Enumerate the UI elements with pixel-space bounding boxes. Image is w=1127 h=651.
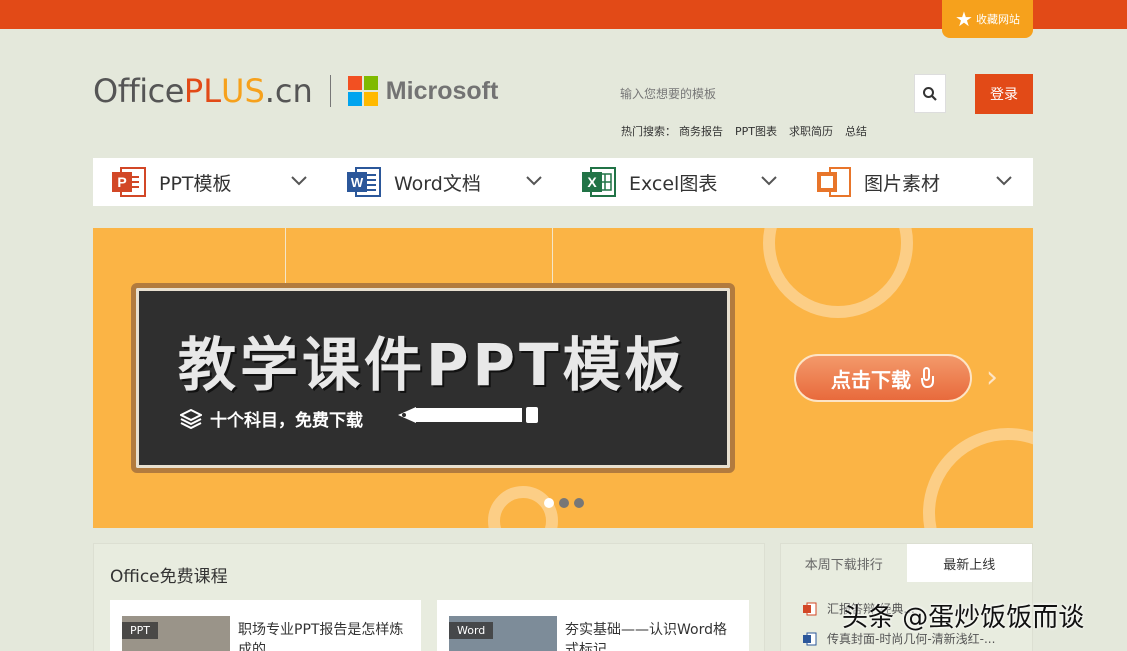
hot-search-link[interactable]: PPT图表	[735, 123, 777, 139]
excel-icon: X	[582, 167, 616, 197]
chevron-down-icon[interactable]	[290, 172, 308, 190]
slide-dot[interactable]	[574, 498, 584, 508]
download-button[interactable]: 点击下载	[794, 354, 972, 402]
word-icon	[803, 632, 817, 645]
nav-label: Excel图表	[629, 172, 718, 195]
nav-item-images[interactable]: 图片素材	[798, 158, 1033, 206]
logo-us-text: US	[221, 72, 265, 110]
login-button[interactable]: 登录	[975, 74, 1033, 114]
course-card[interactable]: PPT 职场专业PPT报告是怎样炼成的	[110, 600, 421, 651]
microsoft-logo-icon	[347, 76, 378, 106]
decorative-ring	[923, 428, 1033, 528]
nav-item-excel[interactable]: X Excel图表	[563, 158, 798, 206]
free-courses-panel: Office免费课程 PPT 职场专业PPT报告是怎样炼成的 Word 夯实基础…	[93, 543, 765, 651]
hot-search-link[interactable]: 总结	[845, 123, 867, 139]
powerpoint-icon: P	[112, 167, 146, 197]
logo-cn-text: .cn	[264, 72, 313, 110]
chevron-down-icon[interactable]	[525, 172, 543, 190]
board-string	[285, 228, 286, 285]
banner-subline-text: 十个科目，免费下载	[210, 411, 363, 431]
logo-office-text: Office	[93, 72, 184, 110]
svg-text:W: W	[351, 175, 364, 190]
tab-latest[interactable]: 最新上线	[906, 544, 1032, 582]
hot-search: 热门搜索： 商务报告 PPT图表 求职简历 总结	[621, 123, 867, 139]
course-tag: PPT	[122, 622, 158, 639]
course-title: 夯实基础——认识Word格式标记	[565, 622, 727, 651]
nav-label: Word文档	[394, 172, 481, 195]
search-button[interactable]	[914, 74, 946, 113]
slide-dot[interactable]	[544, 498, 554, 508]
board-string	[552, 228, 553, 285]
hot-search-link[interactable]: 求职简历	[789, 123, 833, 139]
logo-plus-text: PL	[183, 72, 222, 110]
chevron-down-icon[interactable]	[995, 172, 1013, 190]
slide-indicator	[544, 498, 584, 508]
pointer-hand-icon	[921, 367, 934, 389]
search-icon	[923, 86, 937, 101]
download-button-label: 点击下载	[831, 367, 911, 392]
decorative-ring	[763, 228, 913, 318]
category-nav: P PPT模板 W Word文档 X Excel图表 图片素材	[93, 158, 1033, 206]
nav-label: PPT模板	[159, 172, 232, 195]
watermark: 头条 @蛋炒饭饭而谈	[842, 603, 1085, 633]
stack-icon	[180, 408, 202, 429]
chalkboard: 教学课件PPT模板 十个科目，免费下载	[131, 283, 735, 473]
svg-text:P: P	[117, 174, 126, 190]
svg-text:X: X	[587, 174, 597, 190]
slide-dot[interactable]	[559, 498, 569, 508]
favorite-site-button[interactable]: ★ 收藏网站	[942, 0, 1033, 38]
search-bar	[610, 74, 946, 113]
banner-headline: 教学课件PPT模板	[178, 331, 687, 399]
nav-item-word[interactable]: W Word文档	[328, 158, 563, 206]
chevron-down-icon[interactable]	[760, 172, 778, 190]
hot-search-label: 热门搜索：	[621, 125, 676, 138]
favorite-site-label: 收藏网站	[975, 13, 1020, 26]
course-card[interactable]: Word 夯实基础——认识Word格式标记	[437, 600, 749, 651]
logo-divider	[329, 75, 331, 107]
search-input[interactable]	[610, 74, 914, 113]
tab-weekly-downloads[interactable]: 本周下载排行	[781, 544, 907, 582]
hot-search-link[interactable]: 商务报告	[679, 123, 723, 139]
banner-subline: 十个科目，免费下载	[180, 406, 363, 431]
course-title: 职场专业PPT报告是怎样炼成的	[238, 622, 404, 651]
courses-title: Office免费课程	[110, 567, 228, 587]
nav-label: 图片素材	[864, 172, 941, 195]
powerpoint-icon	[803, 602, 817, 615]
next-slide-arrow[interactable]: ›	[986, 360, 998, 395]
pencil-icon	[398, 407, 538, 423]
course-tag: Word	[449, 622, 494, 639]
hero-banner[interactable]: 教学课件PPT模板 十个科目，免费下载 点击下载 ›	[93, 228, 1033, 528]
ranking-tabs: 本周下载排行 最新上线	[781, 544, 1032, 582]
microsoft-wordmark: Microsoft	[385, 76, 499, 105]
image-icon	[817, 167, 851, 197]
site-logo[interactable]: Office PL US .cn Microsoft	[93, 70, 498, 112]
nav-item-ppt[interactable]: P PPT模板	[93, 158, 328, 206]
star-icon: ★	[955, 7, 973, 31]
word-icon: W	[347, 167, 381, 197]
